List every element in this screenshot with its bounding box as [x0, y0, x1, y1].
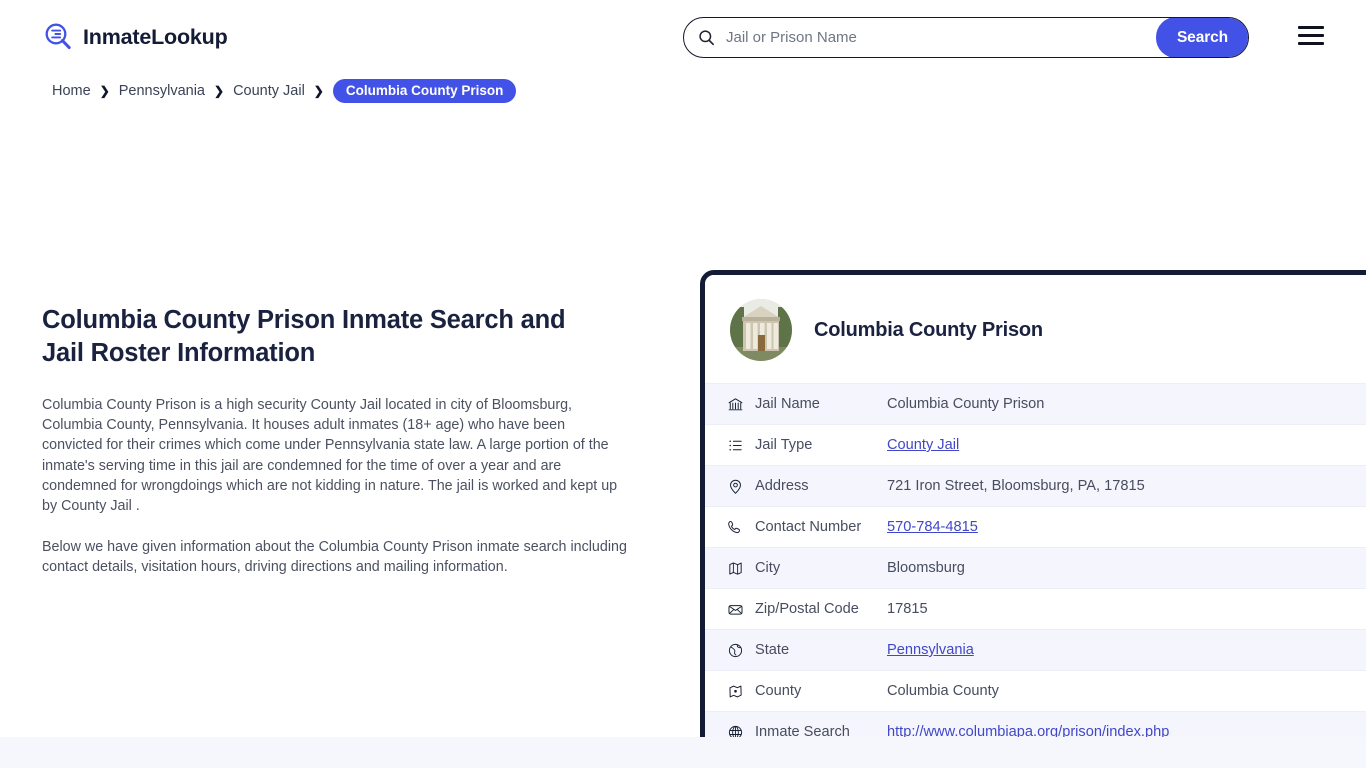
search-bar: Search	[683, 17, 1249, 58]
table-row: Address 721 Iron Street, Bloomsburg, PA,…	[705, 465, 1366, 506]
search-input[interactable]	[722, 18, 1156, 57]
article-paragraph-2: Below we have given information about th…	[42, 539, 627, 576]
search-icon	[684, 18, 722, 57]
row-value-link[interactable]: Pennsylvania	[887, 642, 974, 658]
row-label: Jail Name	[755, 396, 820, 412]
breadcrumb-item-current: Columbia County Prison	[332, 79, 517, 103]
table-row: City Bloomsburg	[705, 547, 1366, 588]
row-label: Address	[755, 478, 809, 494]
phone-icon	[727, 519, 755, 536]
row-value: 17815	[887, 601, 928, 617]
courthouse-photo	[730, 299, 792, 361]
row-value: 721 Iron Street, Bloomsburg, PA, 17815	[887, 478, 1145, 494]
footer-strip	[0, 737, 1366, 768]
row-label: State	[755, 642, 790, 658]
brand-name: InmateLookup	[83, 24, 228, 49]
hamburger-bar	[1298, 41, 1324, 45]
jail-info-card-title: Columbia County Prison	[814, 318, 1043, 341]
article-paragraph-1: Columbia County Prison is a high securit…	[42, 397, 618, 515]
envelope-icon	[727, 601, 755, 618]
row-value-link[interactable]: 570-784-4815	[887, 519, 978, 535]
globe-americas-icon	[727, 642, 755, 659]
table-row: Zip/Postal Code 17815	[705, 588, 1366, 629]
map-icon	[727, 560, 755, 577]
jail-info-card-header: Columbia County Prison	[705, 275, 1366, 383]
brand-logo-link[interactable]: InmateLookup	[42, 21, 228, 53]
map-pin-icon	[727, 478, 755, 495]
article-column: Columbia County Prison Inmate Search and…	[42, 304, 642, 578]
row-value-link[interactable]: County Jail	[887, 437, 959, 453]
list-icon	[727, 437, 755, 454]
chevron-right-icon: ❯	[214, 84, 225, 98]
search-button[interactable]: Search	[1156, 18, 1248, 57]
row-label: County	[755, 683, 802, 699]
row-value: Columbia County Prison	[887, 396, 1045, 412]
table-row: Jail Type County Jail	[705, 424, 1366, 465]
breadcrumb: Home ❯ Pennsylvania ❯ County Jail ❯ Colu…	[52, 78, 1366, 104]
row-value: Columbia County	[887, 683, 999, 699]
hamburger-bar	[1298, 25, 1324, 29]
chevron-right-icon: ❯	[313, 84, 324, 98]
row-value: Bloomsburg	[887, 560, 965, 576]
row-label: Zip/Postal Code	[755, 601, 859, 617]
page-title: Columbia County Prison Inmate Search and…	[42, 306, 566, 367]
jail-info-card: Columbia County Prison Jail Name Columbi…	[700, 270, 1366, 757]
breadcrumb-item-county-jail[interactable]: County Jail	[233, 83, 305, 99]
jail-info-table: Jail Name Columbia County Prison Jail Ty…	[705, 383, 1366, 752]
row-label: City	[755, 560, 781, 576]
site-header: InmateLookup Search	[0, 0, 1366, 74]
table-row: County Columbia County	[705, 670, 1366, 711]
hamburger-menu-icon[interactable]	[1298, 24, 1324, 46]
county-marker-icon	[727, 683, 755, 700]
hamburger-bar	[1298, 33, 1324, 37]
breadcrumb-item-home[interactable]: Home	[52, 83, 91, 99]
row-label: Jail Type	[755, 437, 813, 453]
table-row: Jail Name Columbia County Prison	[705, 383, 1366, 424]
table-row: State Pennsylvania	[705, 629, 1366, 670]
breadcrumb-item-pennsylvania[interactable]: Pennsylvania	[119, 83, 205, 99]
row-label: Contact Number	[755, 519, 862, 535]
main-content: Columbia County Prison Inmate Search and…	[0, 104, 1366, 757]
table-row: Contact Number 570-784-4815	[705, 506, 1366, 547]
magnifier-list-icon	[42, 21, 74, 53]
chevron-right-icon: ❯	[99, 84, 110, 98]
bank-building-icon	[727, 396, 755, 413]
